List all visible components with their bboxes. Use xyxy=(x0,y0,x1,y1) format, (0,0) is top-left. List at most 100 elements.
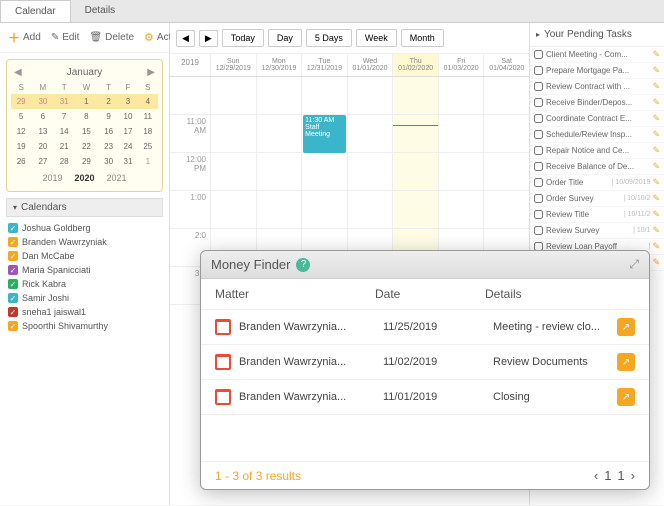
day-header[interactable]: Thu 01/02/2020 xyxy=(392,54,438,76)
day-header[interactable]: Sat 01/04/2020 xyxy=(483,54,529,76)
col-details[interactable]: Details xyxy=(485,287,635,301)
mini-cal-day[interactable]: 28 xyxy=(54,154,73,169)
pencil-icon[interactable]: ✎ xyxy=(652,81,660,92)
mini-cal-day[interactable]: 22 xyxy=(74,139,99,154)
mini-cal-day[interactable]: 23 xyxy=(99,139,118,154)
task-item[interactable]: Prepare Mortgage Pa...✎ xyxy=(530,63,664,79)
time-slot[interactable] xyxy=(210,191,256,228)
calendar-item[interactable]: ✓Rick Kabra xyxy=(8,277,161,291)
time-slot[interactable] xyxy=(347,77,393,114)
time-slot[interactable] xyxy=(392,77,438,114)
mini-cal-day[interactable]: 21 xyxy=(54,139,73,154)
time-slot[interactable]: 11:30 AMStaff Meeting xyxy=(301,115,347,152)
mini-cal-day[interactable]: 3 xyxy=(118,94,137,109)
pencil-icon[interactable]: ✎ xyxy=(652,97,660,108)
time-slot[interactable] xyxy=(438,115,484,152)
checkbox-icon[interactable]: ✓ xyxy=(8,237,18,247)
mini-cal-day[interactable]: 5 xyxy=(11,109,31,124)
time-slot[interactable] xyxy=(483,153,529,190)
time-slot[interactable] xyxy=(256,115,302,152)
pager-next-icon[interactable]: › xyxy=(631,468,635,483)
task-checkbox[interactable] xyxy=(534,178,543,187)
pencil-icon[interactable]: ✎ xyxy=(652,257,660,268)
mini-cal-day[interactable]: 18 xyxy=(138,124,158,139)
time-slot[interactable] xyxy=(347,191,393,228)
mini-cal-day[interactable]: 19 xyxy=(11,139,31,154)
task-checkbox[interactable] xyxy=(534,226,543,235)
year-prev[interactable]: 2019 xyxy=(42,173,62,183)
mini-cal-day[interactable]: 16 xyxy=(99,124,118,139)
time-slot[interactable] xyxy=(392,191,438,228)
mini-cal-day[interactable]: 13 xyxy=(31,124,54,139)
expand-icon[interactable]: ⤢ xyxy=(629,257,639,272)
time-slot[interactable] xyxy=(483,115,529,152)
time-slot[interactable] xyxy=(256,77,302,114)
task-checkbox[interactable] xyxy=(534,162,543,171)
checkbox-icon[interactable]: ✓ xyxy=(8,265,18,275)
mini-cal-day[interactable]: 2 xyxy=(99,94,118,109)
time-slot[interactable] xyxy=(301,191,347,228)
prev-week-button[interactable]: ◀ xyxy=(176,30,195,47)
checkbox-icon[interactable]: ✓ xyxy=(8,307,18,317)
time-slot[interactable] xyxy=(438,153,484,190)
pencil-icon[interactable]: ✎ xyxy=(652,129,660,140)
calendar-item[interactable]: ✓Joshua Goldberg xyxy=(8,221,161,235)
mini-cal-day[interactable]: 14 xyxy=(54,124,73,139)
prev-month-icon[interactable]: ◀ xyxy=(14,67,22,78)
task-item[interactable]: Schedule/Review Insp...✎ xyxy=(530,127,664,143)
open-icon[interactable]: ↗ xyxy=(617,318,635,336)
calendar-item[interactable]: ✓Samir Joshi xyxy=(8,291,161,305)
mini-cal-day[interactable]: 12 xyxy=(11,124,31,139)
pencil-icon[interactable]: ✎ xyxy=(652,193,660,204)
task-checkbox[interactable] xyxy=(534,98,543,107)
pencil-icon[interactable]: ✎ xyxy=(652,161,660,172)
mini-cal-day[interactable]: 30 xyxy=(99,154,118,169)
event-block[interactable]: 11:30 AMStaff Meeting xyxy=(303,115,346,153)
task-item[interactable]: Review Title| 10/11/2✎ xyxy=(530,207,664,223)
open-icon[interactable]: ↗ xyxy=(617,388,635,406)
pencil-icon[interactable]: ✎ xyxy=(652,225,660,236)
calendar-item[interactable]: ✓Spoorthi Shivamurthy xyxy=(8,319,161,333)
checkbox-icon[interactable]: ✓ xyxy=(8,279,18,289)
money-finder-row[interactable]: Branden Wawrzynia...11/02/2019Review Doc… xyxy=(201,345,649,380)
mini-cal-day[interactable]: 6 xyxy=(31,109,54,124)
time-slot[interactable] xyxy=(438,77,484,114)
time-slot[interactable] xyxy=(483,191,529,228)
task-checkbox[interactable] xyxy=(534,66,543,75)
checkbox-icon[interactable]: ✓ xyxy=(8,321,18,331)
day-header[interactable]: Sun 12/29/2019 xyxy=(210,54,256,76)
task-checkbox[interactable] xyxy=(534,82,543,91)
calendars-header[interactable]: Calendars xyxy=(6,198,163,217)
day-header[interactable]: Mon 12/30/2019 xyxy=(256,54,302,76)
money-finder-row[interactable]: Branden Wawrzynia...11/25/2019Meeting - … xyxy=(201,310,649,345)
month-view-button[interactable]: Month xyxy=(401,29,444,47)
task-item[interactable]: Review Contract with ...✎ xyxy=(530,79,664,95)
mini-cal-day[interactable]: 17 xyxy=(118,124,137,139)
edit-button[interactable]: ✎Edit xyxy=(51,32,80,43)
mini-cal-day[interactable]: 20 xyxy=(31,139,54,154)
mini-cal-day[interactable]: 1 xyxy=(74,94,99,109)
time-slot[interactable] xyxy=(483,77,529,114)
time-slot[interactable] xyxy=(210,115,256,152)
open-icon[interactable]: ↗ xyxy=(617,353,635,371)
pencil-icon[interactable]: ✎ xyxy=(652,209,660,220)
day-header[interactable]: Fri 01/03/2020 xyxy=(438,54,484,76)
task-item[interactable]: Receive Binder/Depos...✎ xyxy=(530,95,664,111)
money-finder-row[interactable]: Branden Wawrzynia...11/01/2019Closing↗ xyxy=(201,380,649,415)
mini-cal-day[interactable]: 24 xyxy=(118,139,137,154)
mini-cal-day[interactable]: 31 xyxy=(54,94,73,109)
calendar-item[interactable]: ✓Branden Wawrzyniak xyxy=(8,235,161,249)
mini-cal-day[interactable]: 8 xyxy=(74,109,99,124)
calendar-item[interactable]: ✓sneha1 jaiswal1 xyxy=(8,305,161,319)
time-slot[interactable] xyxy=(347,153,393,190)
help-icon[interactable]: ? xyxy=(296,258,310,272)
mini-cal-day[interactable]: 9 xyxy=(99,109,118,124)
time-slot[interactable] xyxy=(301,77,347,114)
task-checkbox[interactable] xyxy=(534,210,543,219)
time-slot[interactable] xyxy=(347,115,393,152)
time-slot[interactable] xyxy=(256,191,302,228)
time-slot[interactable] xyxy=(210,77,256,114)
pencil-icon[interactable]: ✎ xyxy=(652,113,660,124)
mini-cal-day[interactable]: 30 xyxy=(31,94,54,109)
mini-cal-day[interactable]: 29 xyxy=(11,94,31,109)
